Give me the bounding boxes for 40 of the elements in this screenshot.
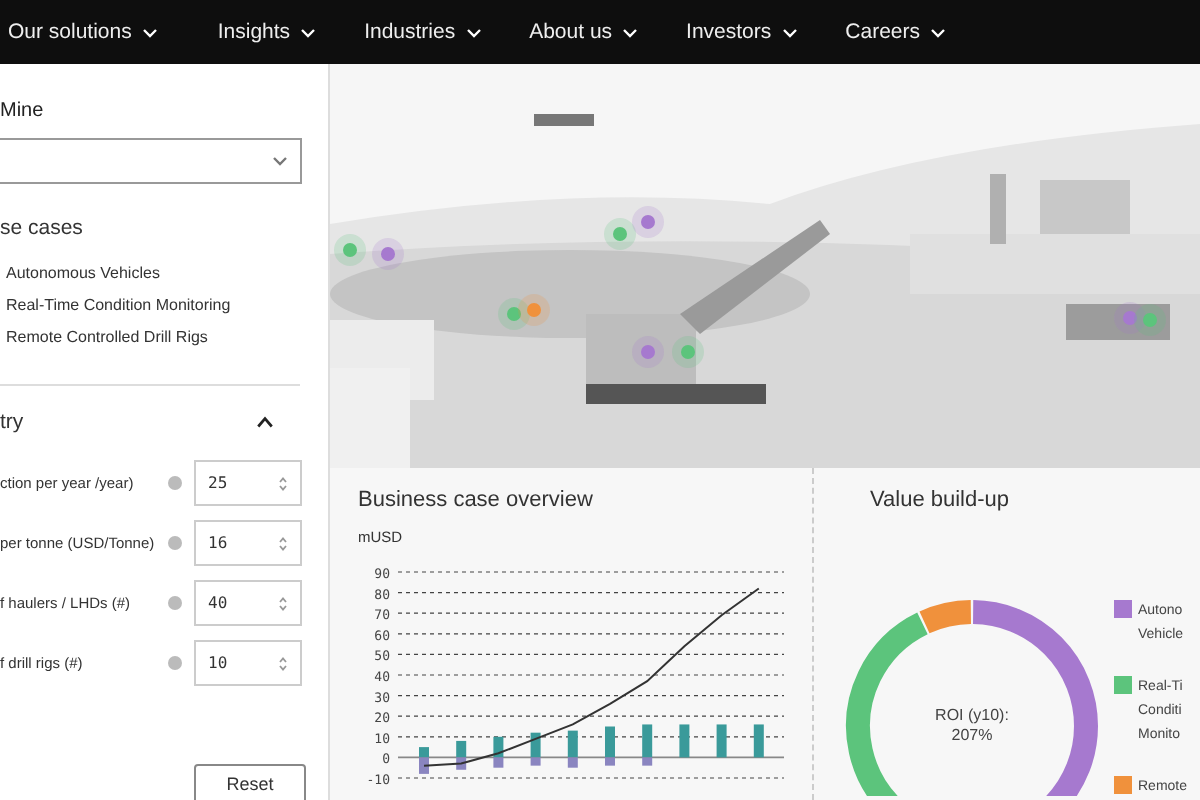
info-icon[interactable] [168,536,182,550]
chevron-down-icon [622,27,639,37]
number-field[interactable]: 16 [194,520,302,566]
spinner-icon[interactable] [278,475,288,491]
use-case-item[interactable]: Autonomous Vehicles [6,262,328,284]
chevron-down-icon [141,27,158,37]
use-case-item[interactable]: Real-Time Condition Monitoring [6,294,328,316]
nav-menu-item[interactable]: Investors [686,20,798,44]
panel-title: Value build-up [870,488,1012,512]
nav-menu-item[interactable]: Insights [217,20,317,44]
nav-menu-item[interactable]: Our solutions [8,20,158,44]
info-icon[interactable] [168,476,182,490]
nav-menu-item[interactable]: About us [529,20,639,44]
roi-label: ROI (y10): [933,706,1011,726]
section-title: try [0,410,24,434]
reset-button[interactable]: Reset [194,764,306,800]
use-case-item[interactable]: Remote Controlled Drill Rigs [6,326,328,348]
panel-title: Business case overview [358,488,595,512]
info-icon[interactable] [168,596,182,610]
mine-dropdown[interactable] [0,138,302,184]
number-field[interactable]: 10 [194,640,302,686]
number-field[interactable]: 25 [194,460,302,506]
chevron-down-icon [781,27,798,37]
nav-menu-item[interactable]: Industries [364,20,482,44]
chevron-down-icon [272,156,288,166]
chevron-down-icon [930,27,947,37]
chevron-down-icon [465,27,482,37]
bar [679,724,690,758]
spinner-icon[interactable] [278,595,288,611]
bar [753,724,764,758]
nav-menu-item[interactable]: Careers [845,20,947,44]
bar [716,724,727,758]
section-title: se cases [0,216,85,240]
roi-value: 207% [949,726,995,746]
chevron-down-icon [300,27,317,37]
spinner-icon[interactable] [278,655,288,671]
number-field[interactable]: 40 [194,580,302,626]
info-icon[interactable] [168,656,182,670]
spinner-icon[interactable] [278,535,288,551]
field-label: Mine [0,100,46,122]
